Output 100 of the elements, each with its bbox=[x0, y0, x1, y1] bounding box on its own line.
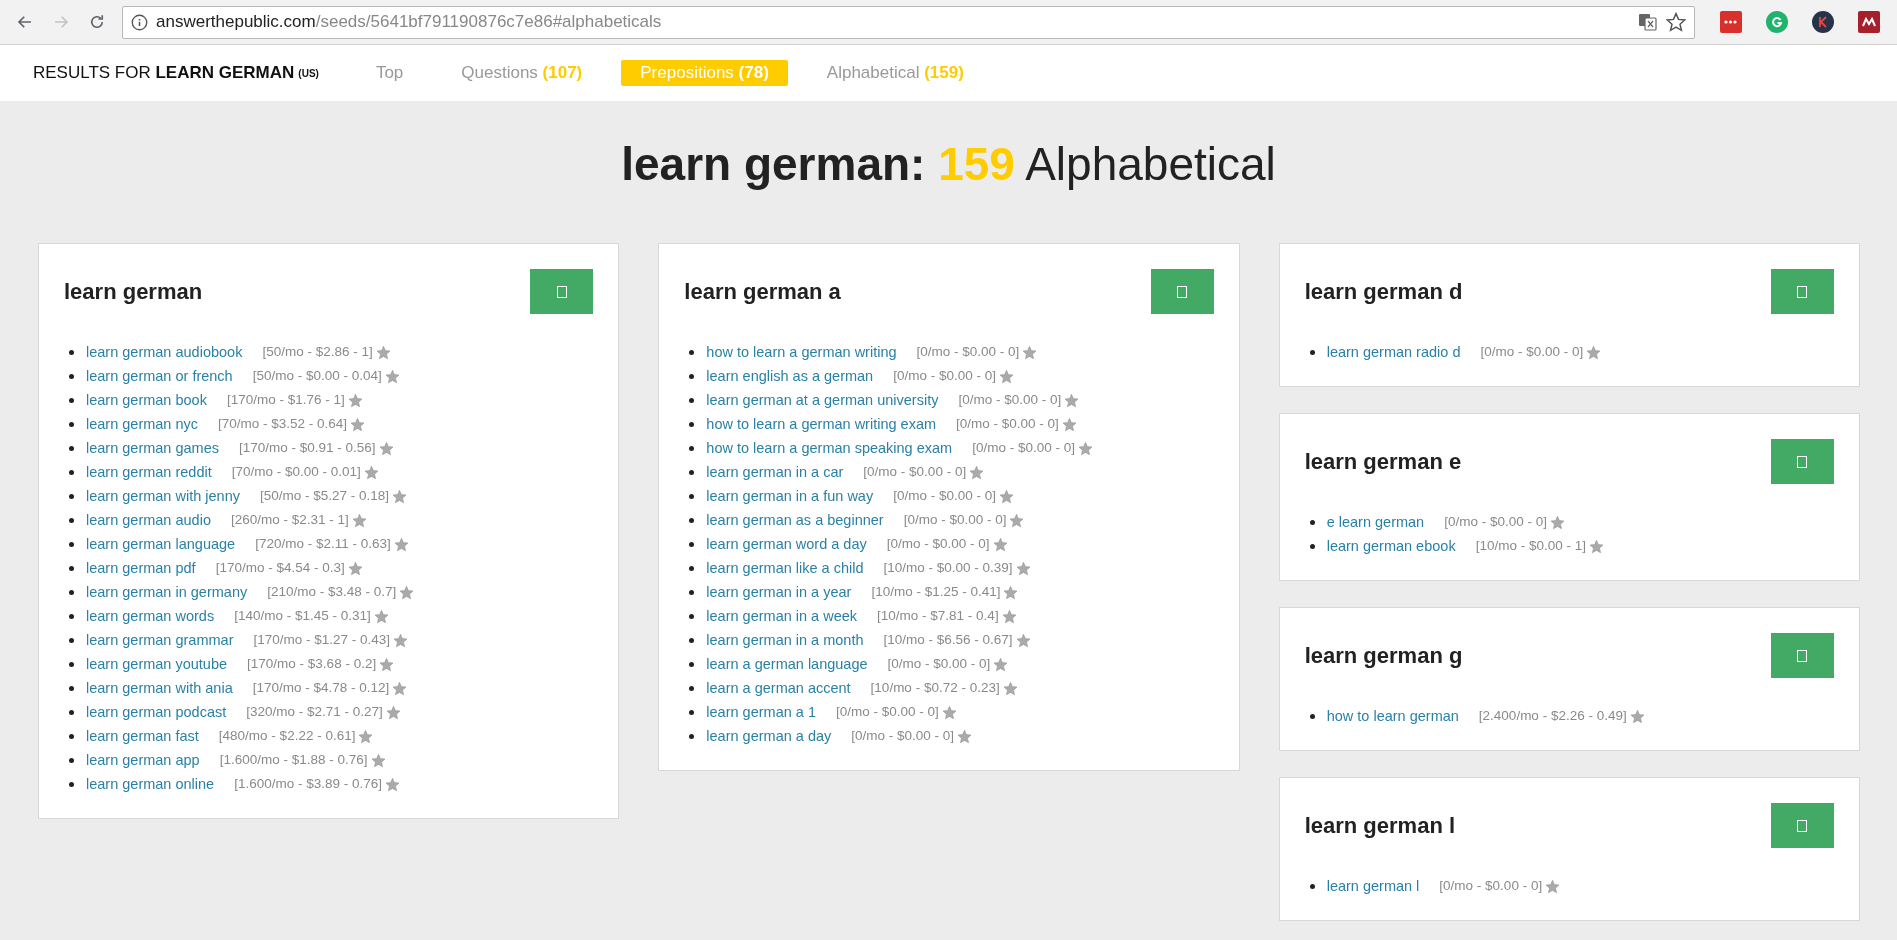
keyword-link[interactable]: learn german online bbox=[86, 772, 215, 796]
keyword-stats: [0/mo - $0.00 - 0] bbox=[1439, 877, 1543, 895]
keyword-link[interactable]: learn a german language bbox=[706, 652, 868, 676]
star-icon[interactable] bbox=[385, 776, 400, 792]
keyword-link[interactable]: learn german nyc bbox=[86, 412, 199, 436]
keyword-link[interactable]: learn german with ania bbox=[86, 676, 233, 700]
star-icon[interactable] bbox=[1015, 560, 1031, 576]
star-outline-icon[interactable] bbox=[1666, 12, 1686, 32]
keyword-link[interactable]: learn german a 1 bbox=[706, 700, 816, 724]
star-icon[interactable] bbox=[363, 464, 379, 480]
star-icon[interactable] bbox=[1078, 440, 1093, 456]
keyword-link[interactable]: learn german games bbox=[86, 436, 219, 460]
star-icon[interactable] bbox=[1002, 680, 1018, 696]
star-icon[interactable] bbox=[1588, 538, 1604, 554]
star-icon[interactable] bbox=[1629, 708, 1645, 724]
star-icon[interactable] bbox=[384, 368, 400, 384]
star-icon[interactable] bbox=[1545, 878, 1561, 894]
keyword-link[interactable]: learn german words bbox=[86, 604, 215, 628]
m-extension-icon[interactable] bbox=[1858, 11, 1880, 33]
keyword-link[interactable]: learn german grammar bbox=[86, 628, 234, 652]
star-icon[interactable] bbox=[393, 536, 409, 552]
keyword-link[interactable]: learn german fast bbox=[86, 724, 199, 748]
star-icon[interactable] bbox=[347, 560, 363, 576]
star-icon[interactable] bbox=[379, 656, 395, 672]
keyword-link[interactable]: learn german audiobook bbox=[86, 340, 243, 364]
star-icon[interactable] bbox=[373, 608, 389, 624]
card-action-button[interactable] bbox=[530, 269, 594, 314]
star-icon[interactable] bbox=[969, 464, 985, 480]
keyword-stats: [0/mo - $0.00 - 0] bbox=[893, 367, 996, 385]
keyword-link[interactable]: learn german in a week bbox=[706, 604, 858, 628]
nav-tab[interactable]: Top bbox=[356, 60, 423, 86]
star-icon[interactable] bbox=[392, 488, 408, 504]
keyword-link[interactable]: learn english as a german bbox=[706, 364, 874, 388]
keyword-link[interactable]: how to learn german bbox=[1326, 704, 1459, 728]
star-icon[interactable] bbox=[370, 752, 386, 768]
star-icon[interactable] bbox=[1064, 392, 1080, 408]
keyword-link[interactable]: learn german in a month bbox=[706, 628, 864, 652]
star-icon[interactable] bbox=[941, 704, 957, 720]
keyword-link[interactable]: learn german ebook bbox=[1326, 534, 1456, 558]
keyword-link[interactable]: learn german audio bbox=[86, 508, 211, 532]
keyword-link[interactable]: learn german in germany bbox=[86, 580, 248, 604]
keyword-link[interactable]: learn german as a beginner bbox=[706, 508, 884, 532]
star-icon[interactable] bbox=[1586, 344, 1602, 360]
star-icon[interactable] bbox=[393, 632, 409, 648]
star-icon[interactable] bbox=[957, 728, 973, 744]
star-icon[interactable] bbox=[1003, 584, 1019, 600]
keyword-link[interactable]: learn german like a child bbox=[706, 556, 864, 580]
keyword-link[interactable]: how to learn a german speaking exam bbox=[706, 436, 953, 460]
star-icon[interactable] bbox=[347, 392, 363, 408]
star-icon[interactable] bbox=[385, 704, 401, 720]
keyword-link[interactable]: learn german in a year bbox=[706, 580, 852, 604]
address-bar[interactable]: answerthepublic.com/seeds/5641bf791190876c7e86#alphabeticals bbox=[122, 5, 1695, 39]
keyword-link[interactable]: learn german l bbox=[1326, 874, 1420, 898]
keyword-link[interactable]: learn german book bbox=[86, 388, 207, 412]
keyword-link[interactable]: learn german reddit bbox=[86, 460, 212, 484]
keyword-link[interactable]: learn german a day bbox=[706, 724, 832, 748]
star-icon[interactable] bbox=[399, 584, 415, 600]
star-icon[interactable] bbox=[993, 656, 1009, 672]
keyword-link[interactable]: how to learn a german writing bbox=[706, 340, 897, 364]
star-icon[interactable] bbox=[1009, 512, 1025, 528]
star-icon[interactable] bbox=[1001, 608, 1017, 624]
keyword-link[interactable]: learn a german accent bbox=[706, 676, 851, 700]
keyword-link[interactable]: learn german radio d bbox=[1326, 340, 1461, 364]
keyword-link[interactable]: learn german in a fun way bbox=[706, 484, 874, 508]
nav-tab[interactable]: Questions (107) bbox=[442, 60, 602, 86]
translate-icon[interactable] bbox=[1638, 13, 1658, 31]
star-icon[interactable] bbox=[351, 512, 367, 528]
keyword-link[interactable]: learn german pdf bbox=[86, 556, 196, 580]
star-icon[interactable] bbox=[992, 536, 1008, 552]
circle-extension-icon[interactable] bbox=[1766, 11, 1788, 33]
keyword-link[interactable]: learn german app bbox=[86, 748, 200, 772]
k-extension-icon[interactable] bbox=[1812, 11, 1834, 33]
keyword-link[interactable]: learn german with jenny bbox=[86, 484, 240, 508]
bullet-icon bbox=[69, 757, 74, 763]
star-icon[interactable] bbox=[1550, 514, 1565, 530]
card-action-button[interactable] bbox=[1150, 269, 1214, 314]
bullet-icon bbox=[69, 685, 74, 691]
square-icon bbox=[1177, 285, 1188, 298]
star-icon[interactable] bbox=[999, 368, 1014, 384]
star-icon[interactable] bbox=[378, 440, 394, 456]
keyword-link[interactable]: learn german language bbox=[86, 532, 236, 556]
star-icon[interactable] bbox=[375, 344, 391, 360]
keyword-link[interactable]: how to learn a german writing exam bbox=[706, 412, 937, 436]
keyword-link[interactable]: learn german podcast bbox=[86, 700, 227, 724]
star-icon[interactable] bbox=[358, 728, 374, 744]
keyword-link[interactable]: e learn german bbox=[1326, 510, 1425, 534]
keyword-link[interactable]: learn german word a day bbox=[706, 532, 867, 556]
nav-tab[interactable]: Alphabetical (159) bbox=[807, 60, 983, 86]
star-icon[interactable] bbox=[1015, 632, 1031, 648]
star-icon[interactable] bbox=[350, 416, 366, 432]
keyword-link[interactable]: learn german youtube bbox=[86, 652, 228, 676]
star-icon[interactable] bbox=[392, 680, 408, 696]
keyword-link[interactable]: learn german or french bbox=[86, 364, 233, 388]
dots-extension-icon[interactable] bbox=[1720, 11, 1742, 33]
keyword-link[interactable]: learn german in a car bbox=[706, 460, 844, 484]
star-icon[interactable] bbox=[1061, 416, 1077, 432]
keyword-link[interactable]: learn german at a german university bbox=[706, 388, 939, 412]
keyword-stats: [0/mo - $0.00 - 0] bbox=[1480, 343, 1584, 361]
star-icon[interactable] bbox=[1022, 344, 1038, 360]
star-icon[interactable] bbox=[999, 488, 1014, 504]
